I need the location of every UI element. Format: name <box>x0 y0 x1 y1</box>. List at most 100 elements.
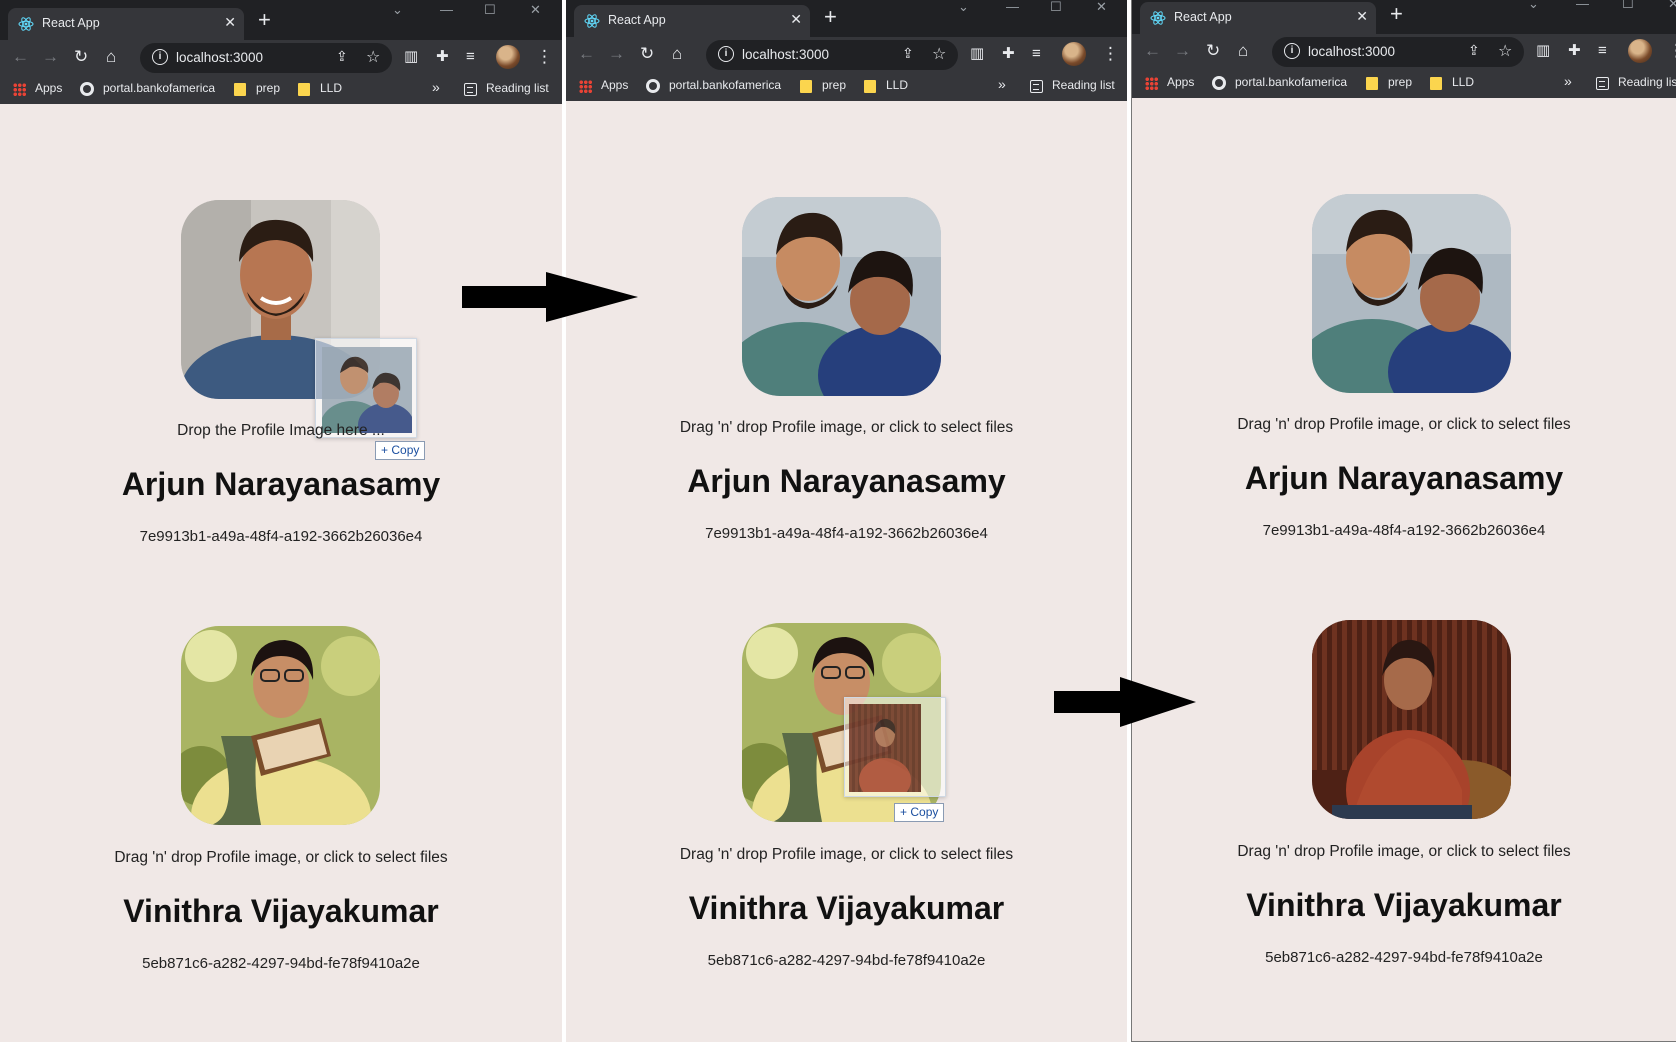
media-queue-icon[interactable]: ≡ <box>466 48 475 66</box>
bookmark-prep[interactable]: prep <box>822 78 846 92</box>
profile-name: Arjun Narayanasamy <box>687 463 1006 499</box>
forward-icon[interactable]: → <box>608 45 625 63</box>
forward-icon[interactable]: → <box>1174 42 1191 60</box>
woman-reading-portrait-image <box>181 626 380 825</box>
apps-grid-icon <box>1145 77 1158 90</box>
tab-close-icon[interactable]: ✕ <box>1356 8 1368 25</box>
browser-chrome: React App ✕ + ⌄ — ☐ ✕ ← → ↻ ⌂ i localhos… <box>0 0 562 104</box>
media-queue-icon[interactable]: ≡ <box>1032 45 1041 63</box>
globe-icon <box>646 79 660 93</box>
menu-kebab-icon[interactable]: ⋮ <box>1668 42 1676 60</box>
menu-kebab-icon[interactable]: ⋮ <box>1102 45 1119 63</box>
profile-id: 5eb871c6-a282-4297-94bd-fe78f9410a2e <box>707 952 986 969</box>
bookmark-prep[interactable]: prep <box>256 81 280 95</box>
bookmark-apps[interactable]: Apps <box>35 81 62 95</box>
site-info-icon[interactable]: i <box>718 46 734 62</box>
address-bar[interactable]: i localhost:3000 ⇪ ☆ <box>706 40 958 70</box>
bookmark-star-icon[interactable]: ☆ <box>366 47 380 67</box>
home-icon[interactable]: ⌂ <box>106 48 116 66</box>
minimize-button[interactable]: — <box>1576 0 1589 11</box>
tab-close-icon[interactable]: ✕ <box>224 14 236 31</box>
extension-chart-icon[interactable]: ▥ <box>404 48 418 66</box>
new-tab-button[interactable]: + <box>258 8 271 32</box>
forward-icon[interactable]: → <box>42 48 59 66</box>
profile-avatar-icon[interactable] <box>1062 42 1086 66</box>
bookmark-lld[interactable]: LLD <box>1452 75 1474 89</box>
reload-icon[interactable]: ↻ <box>1206 42 1220 60</box>
bookmark-apps[interactable]: Apps <box>1167 75 1194 89</box>
bookmark-star-icon[interactable]: ☆ <box>932 44 946 64</box>
profile-photo-dropzone[interactable] <box>742 197 941 396</box>
maximize-button[interactable]: ☐ <box>1622 0 1634 12</box>
url-text: localhost:3000 <box>1308 44 1396 59</box>
tab-search-icon[interactable]: ⌄ <box>1528 0 1539 12</box>
share-icon[interactable]: ⇪ <box>902 45 914 62</box>
browser-toolbar: ← → ↻ ⌂ i localhost:3000 ⇪ ☆ ▥ ✚ ≡ ⋮ <box>1132 34 1676 70</box>
tab-react-app[interactable]: React App ✕ <box>8 8 244 40</box>
bookmark-lld[interactable]: LLD <box>886 78 908 92</box>
extension-chart-icon[interactable]: ▥ <box>970 45 984 63</box>
dropzone-idle-text: Drag 'n' drop Profile image, or click to… <box>1237 416 1571 433</box>
reload-icon[interactable]: ↻ <box>640 45 654 63</box>
bookmark-prep[interactable]: prep <box>1388 75 1412 89</box>
reload-icon[interactable]: ↻ <box>74 48 88 66</box>
address-bar[interactable]: i localhost:3000 ⇪ ☆ <box>1272 37 1524 67</box>
share-icon[interactable]: ⇪ <box>336 48 348 65</box>
share-icon[interactable]: ⇪ <box>1468 42 1480 59</box>
close-window-button[interactable]: ✕ <box>530 2 541 18</box>
minimize-button[interactable]: — <box>1006 0 1019 14</box>
new-tab-button[interactable]: + <box>824 5 837 29</box>
minimize-button[interactable]: — <box>440 2 453 17</box>
address-bar[interactable]: i localhost:3000 ⇪ ☆ <box>140 43 392 73</box>
back-icon[interactable]: ← <box>1144 42 1161 60</box>
bookmark-portal[interactable]: portal.bankofamerica <box>1235 75 1347 89</box>
folder-icon <box>298 83 310 96</box>
bookmarks-overflow-icon[interactable]: » <box>1564 73 1572 89</box>
browser-chrome: React App ✕ + ⌄ — ☐ ✕ ← → ↻ ⌂ i localhos… <box>566 0 1127 101</box>
extension-chart-icon[interactable]: ▥ <box>1536 42 1550 60</box>
bookmark-portal[interactable]: portal.bankofamerica <box>669 78 781 92</box>
home-icon[interactable]: ⌂ <box>1238 42 1248 60</box>
close-window-button[interactable]: ✕ <box>1096 0 1107 15</box>
tab-react-app[interactable]: React App ✕ <box>574 5 810 37</box>
profile-photo-dropzone[interactable] <box>181 626 380 825</box>
bookmark-star-icon[interactable]: ☆ <box>1498 41 1512 61</box>
woman-orange-blouse-portrait-image <box>1312 620 1511 819</box>
close-window-button[interactable]: ✕ <box>1668 0 1676 12</box>
reading-list-button[interactable]: Reading list <box>1052 78 1115 92</box>
new-tab-button[interactable]: + <box>1390 2 1403 26</box>
tab-search-icon[interactable]: ⌄ <box>958 0 969 15</box>
react-logo-icon <box>584 14 600 28</box>
back-icon[interactable]: ← <box>578 45 595 63</box>
bookmark-apps[interactable]: Apps <box>601 78 628 92</box>
profile-avatar-icon[interactable] <box>1628 39 1652 63</box>
maximize-button[interactable]: ☐ <box>484 2 496 18</box>
reading-list-button[interactable]: Reading list <box>486 81 549 95</box>
maximize-button[interactable]: ☐ <box>1050 0 1062 15</box>
extensions-puzzle-icon[interactable]: ✚ <box>1568 42 1581 60</box>
extensions-puzzle-icon[interactable]: ✚ <box>1002 45 1015 63</box>
site-info-icon[interactable]: i <box>1284 43 1300 59</box>
home-icon[interactable]: ⌂ <box>672 45 682 63</box>
tab-strip: React App ✕ + ⌄ — ☐ ✕ <box>1132 0 1676 34</box>
bookmarks-overflow-icon[interactable]: » <box>998 76 1006 92</box>
extensions-puzzle-icon[interactable]: ✚ <box>436 48 449 66</box>
profile-id: 7e9913b1-a49a-48f4-a192-3662b26036e4 <box>1262 522 1546 539</box>
profile-photo-dropzone[interactable] <box>1312 194 1511 393</box>
media-queue-icon[interactable]: ≡ <box>1598 42 1607 60</box>
bookmark-portal[interactable]: portal.bankofamerica <box>103 81 215 95</box>
apps-grid-icon <box>579 80 592 93</box>
reading-list-button[interactable]: Reading list <box>1618 75 1676 89</box>
tab-search-icon[interactable]: ⌄ <box>392 2 403 18</box>
profile-photo-dropzone[interactable] <box>1312 620 1511 819</box>
back-icon[interactable]: ← <box>12 48 29 66</box>
bookmark-lld[interactable]: LLD <box>320 81 342 95</box>
bookmarks-overflow-icon[interactable]: » <box>432 79 440 95</box>
tab-close-icon[interactable]: ✕ <box>790 11 802 28</box>
father-child-portrait-image <box>1312 194 1511 393</box>
tab-react-app[interactable]: React App ✕ <box>1140 2 1376 34</box>
profile-avatar-icon[interactable] <box>496 45 520 69</box>
site-info-icon[interactable]: i <box>152 49 168 65</box>
menu-kebab-icon[interactable]: ⋮ <box>536 48 553 66</box>
dropzone-idle-text: Drag 'n' drop Profile image, or click to… <box>679 846 1014 863</box>
